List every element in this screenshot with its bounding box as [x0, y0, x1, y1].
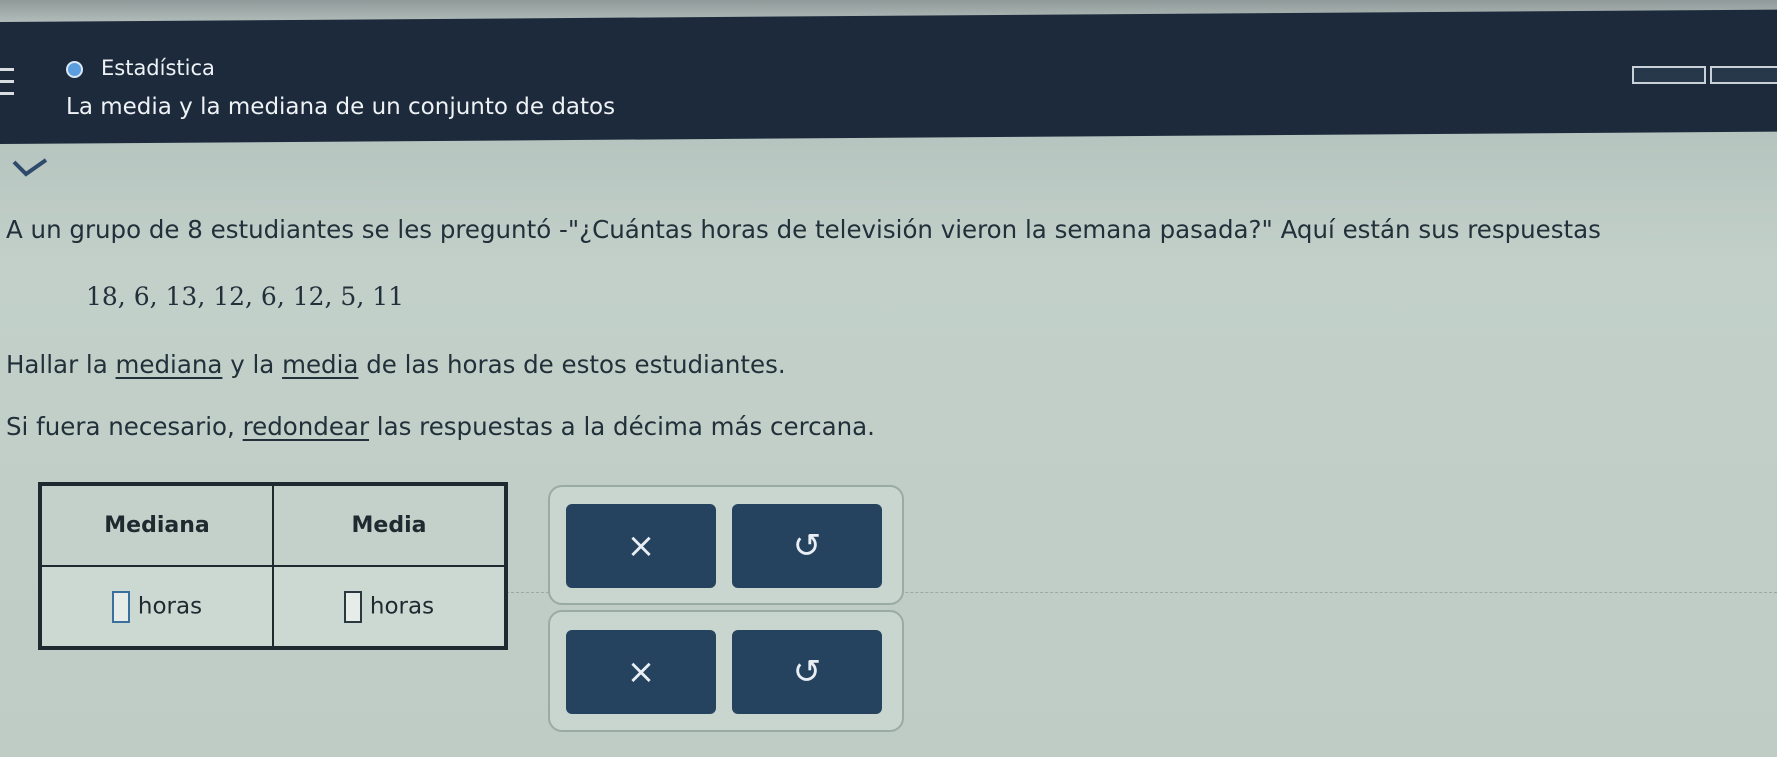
instruction-part: de las horas de estos estudiantes. — [358, 350, 786, 379]
page: Estadística La media y la mediana de un … — [0, 0, 1777, 757]
media-button-panel: × ↺ — [548, 610, 904, 732]
instruction-part: y la — [222, 350, 283, 379]
undo-icon: ↺ — [792, 652, 822, 692]
progress-segment — [1632, 66, 1706, 84]
lesson-header — [0, 9, 1777, 145]
undo-icon: ↺ — [792, 526, 822, 566]
redondear-link[interactable]: redondear — [243, 412, 369, 441]
header-mediana: Mediana — [40, 484, 274, 567]
table-header-row: Mediana Media — [40, 484, 506, 567]
answer-table: Mediana Media horas horas — [40, 484, 506, 648]
media-unit: horas — [369, 593, 435, 619]
mediana-cell: horas — [40, 565, 274, 648]
undo-button[interactable]: ↺ — [732, 504, 882, 588]
media-link[interactable]: media — [282, 350, 358, 379]
instruction-text: Hallar la mediana y la media de las hora… — [6, 350, 786, 379]
rounding-part: Si fuera necesario, — [6, 412, 243, 441]
menu-icon[interactable] — [0, 68, 16, 102]
mediana-link[interactable]: mediana — [116, 350, 223, 379]
chevron-down-icon[interactable] — [12, 158, 50, 180]
rounding-text: Si fuera necesario, redondear las respue… — [6, 412, 875, 441]
clear-button[interactable]: × — [566, 504, 716, 588]
table-row: horas horas — [40, 565, 506, 648]
clear-button[interactable]: × — [566, 630, 716, 714]
undo-button[interactable]: ↺ — [732, 630, 882, 714]
circle-icon — [66, 61, 83, 78]
lesson-title: La media y la mediana de un conjunto de … — [66, 94, 616, 120]
mediana-input[interactable] — [111, 590, 130, 623]
header-media: Media — [272, 484, 506, 567]
topic-label: Estadística — [101, 56, 215, 80]
mediana-button-panel: × ↺ — [548, 485, 904, 605]
problem-intro: A un grupo de 8 estudiantes se les pregu… — [6, 215, 1601, 244]
mediana-unit: horas — [137, 593, 203, 619]
rounding-part: las respuestas a la décima más cercana. — [369, 412, 875, 441]
instruction-part: Hallar la — [6, 350, 116, 379]
media-input[interactable] — [343, 590, 362, 623]
media-cell: horas — [272, 565, 506, 648]
close-icon: × — [626, 652, 656, 692]
data-values: 18, 6, 13, 12, 6, 12, 5, 11 — [86, 282, 405, 311]
close-icon: × — [626, 526, 656, 566]
progress-segment — [1710, 66, 1777, 84]
